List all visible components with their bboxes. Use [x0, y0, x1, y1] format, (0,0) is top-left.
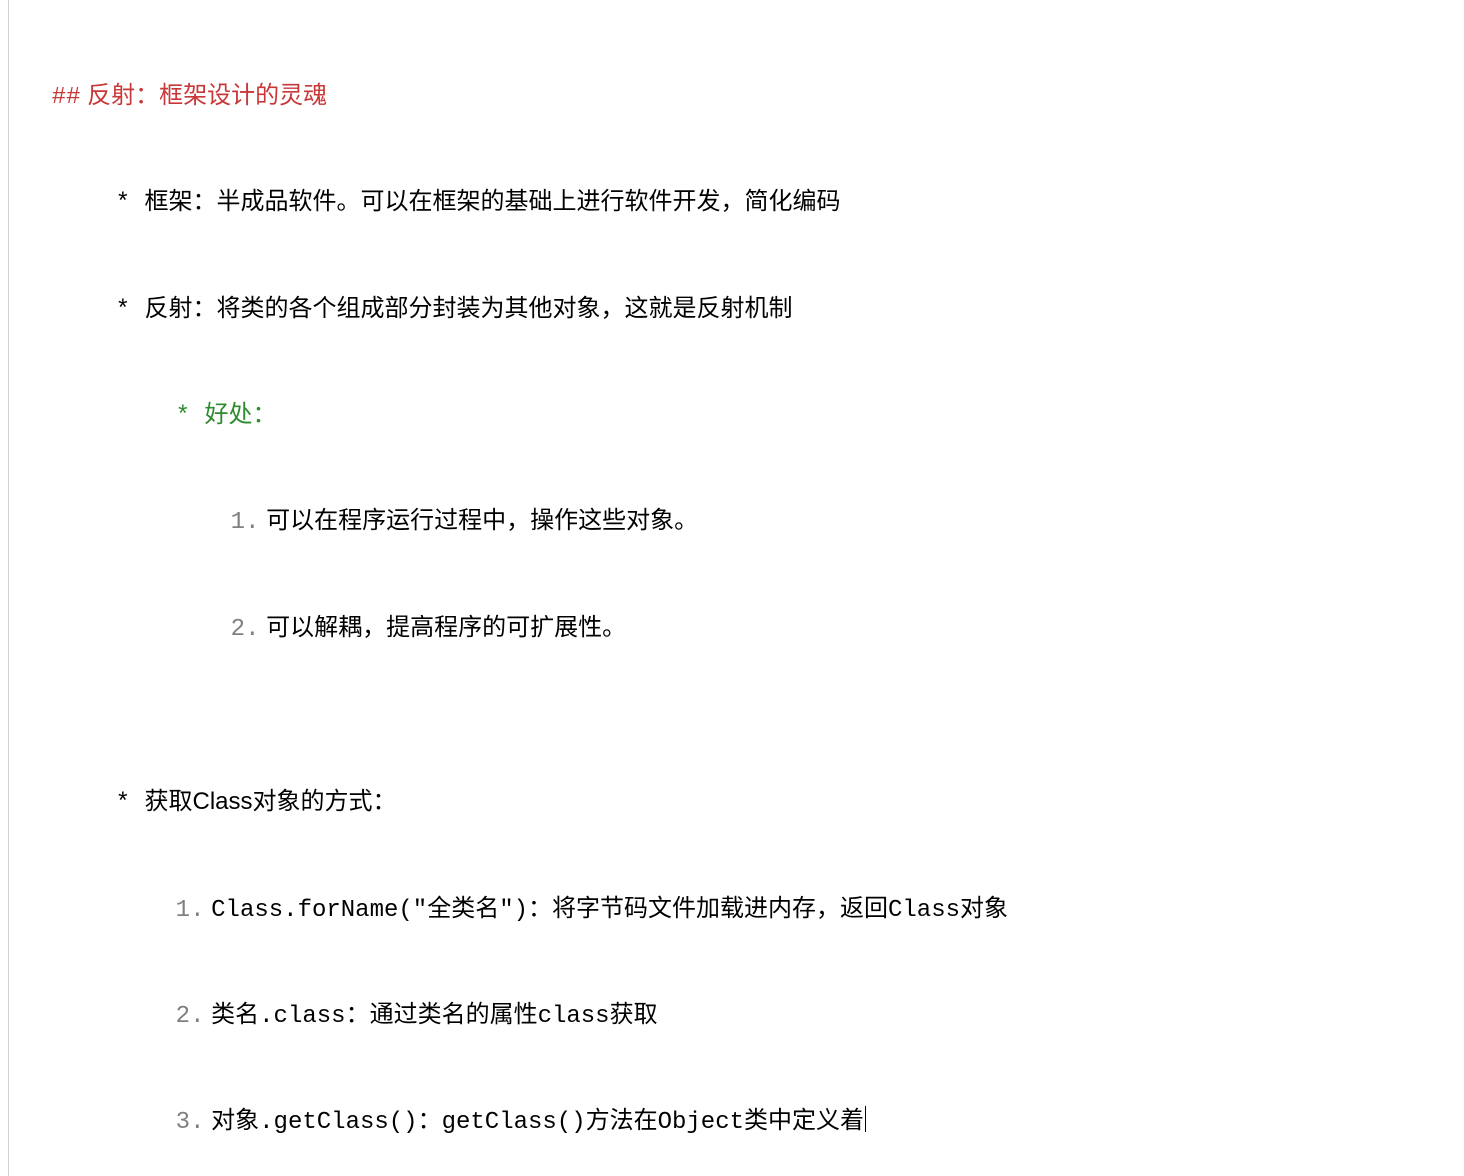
method-text: 对象.getClass()：getClass()方法在Object类中定义着 — [211, 1109, 864, 1136]
list-space — [204, 1001, 211, 1028]
benefit-item-1: 1. 可以在程序运行过程中，操作这些对象。 — [9, 470, 1464, 576]
bullet-text: 框架：半成品软件。可以在框架的基础上进行软件开发，简化编码 — [144, 188, 840, 215]
method-text: Class.forName("全类名")：将字节码文件加载进内存，返回Class… — [211, 897, 1008, 924]
list-space — [204, 895, 211, 922]
bullet-marker: * — [116, 190, 145, 217]
blank-line — [9, 682, 1464, 716]
getclass-method-3: 3. 对象.getClass()：getClass()方法在Object类中定义… — [9, 1070, 1464, 1176]
bullet-getclass: * 获取Class对象的方式： — [9, 750, 1464, 856]
blank-line — [9, 716, 1464, 750]
blank-line — [9, 10, 1464, 44]
bullet-marker: * — [116, 297, 145, 324]
getclass-title: 获取Class对象的方式： — [144, 788, 396, 815]
getclass-method-2: 2. 类名.class：通过类名的属性class获取 — [9, 963, 1464, 1069]
method-text: 类名.class：通过类名的属性class获取 — [211, 1003, 657, 1030]
heading-marker: ## — [52, 84, 81, 111]
markdown-editor[interactable]: ## 反射：框架设计的灵魂 * 框架：半成品软件。可以在框架的基础上进行软件开发… — [8, 0, 1464, 1176]
bullet-framework: * 框架：半成品软件。可以在框架的基础上进行软件开发，简化编码 — [9, 150, 1464, 256]
bullet-text: 反射：将类的各个组成部分封装为其他对象，这就是反射机制 — [144, 295, 792, 322]
text-cursor — [865, 1106, 866, 1132]
list-space — [204, 1107, 211, 1134]
bullet-marker-green: * — [176, 403, 205, 430]
list-number: 1. — [176, 897, 205, 924]
heading-line: ## 反射：框架设计的灵魂 — [9, 44, 1464, 150]
list-number: 2. — [176, 1003, 205, 1030]
benefit-text: 可以解耦，提高程序的可扩展性。 — [266, 614, 626, 641]
benefit-text: 可以在程序运行过程中，操作这些对象。 — [266, 507, 698, 534]
list-number: 2. — [231, 616, 260, 643]
bullet-marker: * — [116, 790, 145, 817]
heading-text: 反射：框架设计的灵魂 — [87, 82, 327, 109]
benefit-item-2: 2. 可以解耦，提高程序的可扩展性。 — [9, 576, 1464, 682]
bullet-benefit: * 好处： — [9, 363, 1464, 469]
benefit-label: 好处： — [204, 401, 276, 428]
list-number: 3. — [176, 1109, 205, 1136]
bullet-reflection: * 反射：将类的各个组成部分封装为其他对象，这就是反射机制 — [9, 257, 1464, 363]
list-number: 1. — [231, 509, 260, 536]
getclass-method-1: 1. Class.forName("全类名")：将字节码文件加载进内存，返回Cl… — [9, 857, 1464, 963]
